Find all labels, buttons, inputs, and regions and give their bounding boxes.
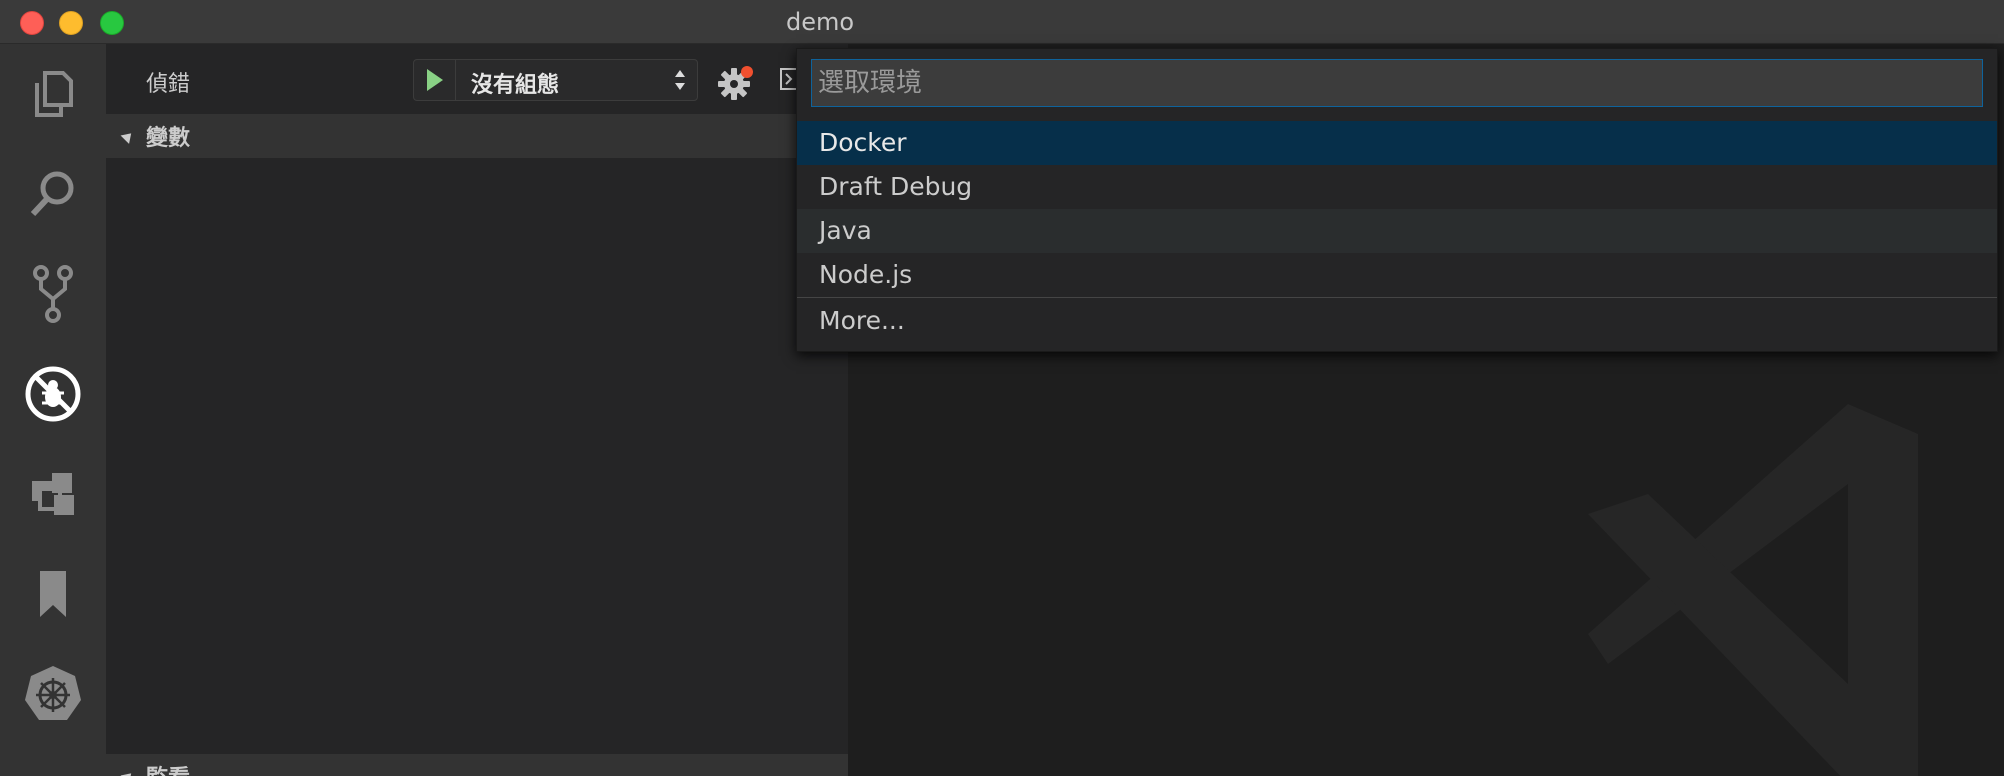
explorer-icon [35,71,73,117]
quick-pick-separator [797,297,1997,298]
source-control-icon [33,265,73,323]
select-arrows-icon [675,70,685,90]
quick-pick-item-java[interactable]: Java [797,209,1997,253]
environment-quick-pick: Docker Draft Debug Java Node.js More... [796,48,1998,352]
activity-bar [0,44,106,776]
activity-explorer[interactable] [0,44,106,144]
vscode-window: demo 偵錯 沒有組態 變數 選取環境 Docker Draft Debug … [0,0,2004,776]
quick-pick-item-more[interactable]: More... [797,299,1997,343]
watch-label: 監看 [146,760,190,776]
activity-extensions[interactable] [0,444,106,544]
extensions-icon [32,473,74,515]
vscode-logo-watermark-icon [1588,404,1918,776]
activity-debug[interactable] [0,344,106,444]
activity-source-control[interactable] [0,244,106,344]
debug-header: 偵錯 沒有組態 [106,44,848,114]
collapse-caret-icon [120,128,136,144]
window-title: demo [786,8,855,36]
config-label: 沒有組態 [471,73,560,98]
variables-label: 變數 [146,126,191,151]
quick-pick-item-nodejs[interactable]: Node.js [797,253,1997,297]
play-icon [426,69,443,91]
debug-title: 偵錯 [146,72,191,97]
watch-section-header[interactable]: 監看 [106,754,848,776]
start-debugging-button[interactable] [414,60,456,100]
search-icon [30,171,74,217]
launch-config-select[interactable]: 沒有組態 [413,59,698,101]
quick-pick-item-docker[interactable]: Docker [797,121,1997,165]
quick-pick-item-draft-debug[interactable]: Draft Debug [797,165,1997,209]
activity-bookmarks[interactable] [0,544,106,644]
gear-icon[interactable] [716,62,756,102]
debug-sidebar: 偵錯 沒有組態 變數 [106,44,848,776]
title-bar: demo [0,0,2004,44]
kubernetes-icon [25,666,81,720]
variables-section-header[interactable]: 變數 [106,114,848,158]
environment-search-input[interactable] [811,59,1983,107]
collapse-caret-icon [120,768,136,776]
activity-search[interactable] [0,144,106,244]
debug-icon [25,366,81,422]
bookmark-icon [40,571,66,617]
activity-kubernetes[interactable] [0,644,106,744]
